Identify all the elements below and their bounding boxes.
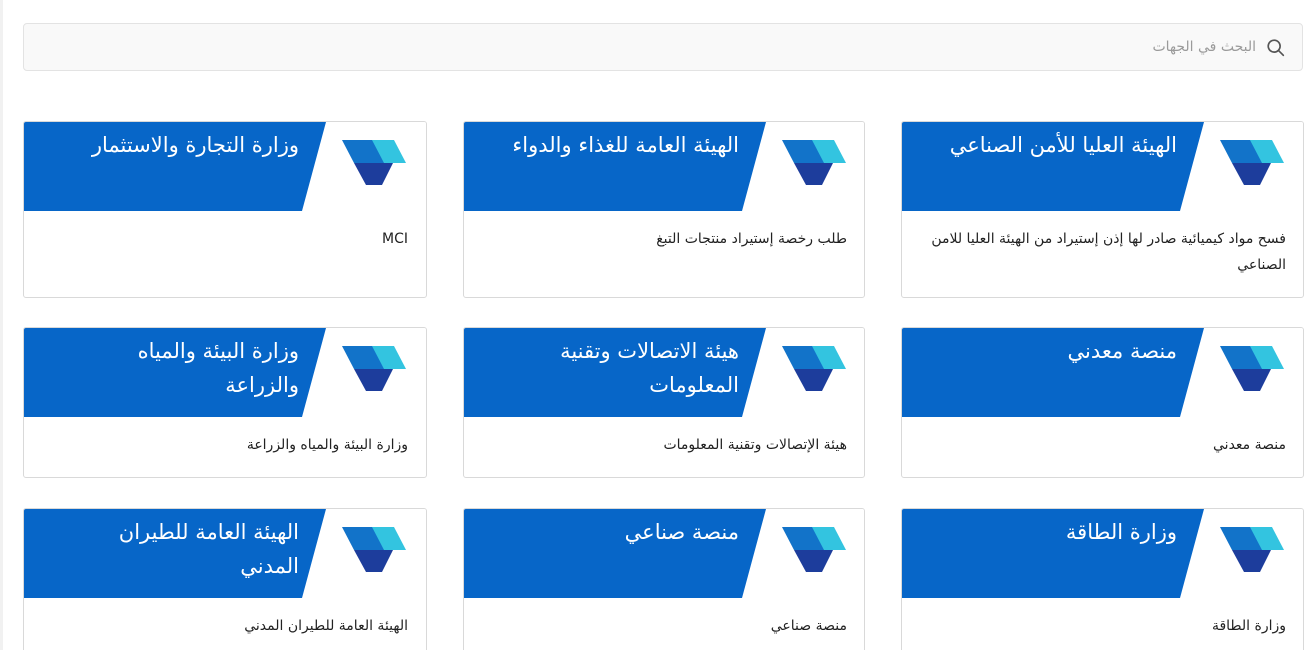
platform-logo-icon [782, 527, 846, 572]
card-description: MCI [382, 231, 408, 247]
agency-card[interactable]: وزارة التجارة والاستثمار MCI [23, 121, 427, 298]
platform-logo-icon [342, 527, 406, 572]
agency-card[interactable]: منصة صناعي منصة صناعي [463, 508, 865, 650]
agency-card[interactable]: هيئة الاتصالات وتقنية المعلومات هيئة الإ… [463, 327, 865, 478]
card-description: هيئة الإتصالات وتقنية المعلومات [663, 437, 847, 453]
card-description: فسح مواد كيميائية صادر لها إذن إستيراد م… [931, 231, 1286, 273]
card-title: الهيئة العامة للطيران المدني [118, 520, 299, 578]
agency-card[interactable]: الهيئة العامة للغذاء والدواء طلب رخصة إس… [463, 121, 865, 298]
agencies-page: الهيئة العليا للأمن الصناعي فسح مواد كيم… [0, 0, 1316, 650]
agency-card[interactable]: الهيئة العليا للأمن الصناعي فسح مواد كيم… [901, 121, 1304, 298]
platform-logo-icon [1220, 527, 1284, 572]
search-icon [1267, 39, 1285, 57]
agency-card[interactable]: منصة معدني منصة معدني [901, 327, 1304, 478]
card-header: الهيئة العليا للأمن الصناعي [902, 122, 1303, 211]
platform-logo-icon [1220, 346, 1284, 391]
agency-card[interactable]: وزارة البيئة والمياه والزراعة وزارة البي… [23, 327, 427, 478]
card-header: منصة صناعي [464, 509, 864, 598]
card-description: الهيئة العامة للطيران المدني [244, 618, 408, 634]
card-title: وزارة البيئة والمياه والزراعة [137, 339, 299, 397]
left-edge-divider [0, 0, 3, 650]
platform-logo-icon [1220, 140, 1284, 185]
card-title: وزارة الطاقة [1065, 520, 1177, 544]
agency-card[interactable]: الهيئة العامة للطيران المدني الهيئة العا… [23, 508, 427, 650]
card-description: طلب رخصة إستيراد منتجات التبغ [656, 231, 847, 247]
card-title: الهيئة العامة للغذاء والدواء [512, 133, 739, 157]
card-header: الهيئة العامة للطيران المدني [24, 509, 426, 598]
card-header: هيئة الاتصالات وتقنية المعلومات [464, 328, 864, 417]
agency-card[interactable]: وزارة الطاقة وزارة الطاقة [901, 508, 1304, 650]
card-header: وزارة البيئة والمياه والزراعة [24, 328, 426, 417]
platform-logo-icon [342, 346, 406, 391]
platform-logo-icon [342, 140, 406, 185]
card-description: منصة معدني [1213, 437, 1286, 453]
search-box[interactable] [23, 23, 1303, 71]
card-header: الهيئة العامة للغذاء والدواء [464, 122, 864, 211]
card-header: منصة معدني [902, 328, 1303, 417]
card-title: منصة صناعي [624, 520, 739, 544]
card-header: وزارة الطاقة [902, 509, 1303, 598]
platform-logo-icon [782, 140, 846, 185]
card-header: وزارة التجارة والاستثمار [24, 122, 426, 211]
card-description: منصة صناعي [770, 618, 847, 634]
card-title: هيئة الاتصالات وتقنية المعلومات [560, 339, 739, 397]
card-description: وزارة البيئة والمياه والزراعة [246, 437, 408, 453]
card-title: الهيئة العليا للأمن الصناعي [949, 133, 1177, 157]
search-input[interactable] [56, 24, 1256, 70]
card-title: وزارة التجارة والاستثمار [91, 133, 299, 157]
platform-logo-icon [782, 346, 846, 391]
card-title: منصة معدني [1067, 339, 1177, 363]
card-description: وزارة الطاقة [1211, 618, 1286, 634]
